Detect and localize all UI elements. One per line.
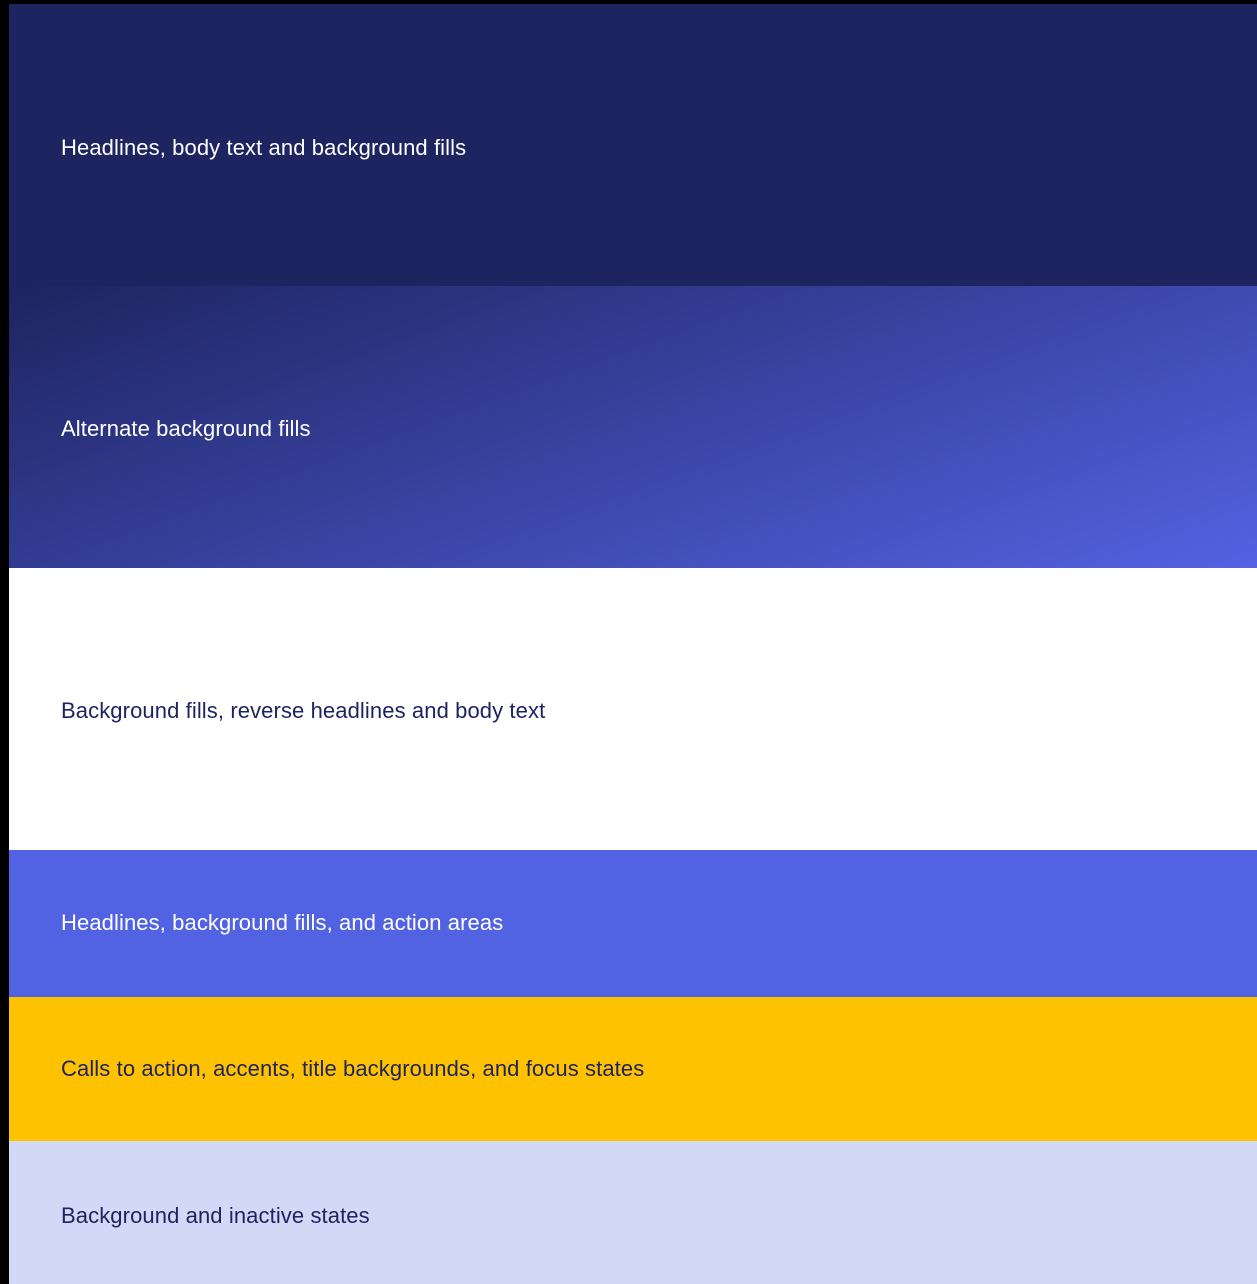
swatch-label-white: Background fills, reverse headlines and … <box>61 698 546 723</box>
swatch-blue: Headlines, background fills, and action … <box>9 850 1257 997</box>
swatch-label-gradient: Alternate background fills <box>61 416 311 441</box>
swatch-navy: Headlines, body text and background fill… <box>9 4 1257 286</box>
swatch-label-blue: Headlines, background fills, and action … <box>61 910 504 935</box>
swatch-white: Background fills, reverse headlines and … <box>9 568 1257 850</box>
swatch-label-yellow: Calls to action, accents, title backgrou… <box>61 1056 645 1081</box>
swatch-lavender: Background and inactive states <box>9 1141 1257 1284</box>
color-palette: Headlines, body text and background fill… <box>0 0 1257 1284</box>
swatch-yellow: Calls to action, accents, title backgrou… <box>9 997 1257 1141</box>
swatch-label-navy: Headlines, body text and background fill… <box>61 135 467 160</box>
swatch-label-lavender: Background and inactive states <box>61 1203 370 1228</box>
swatch-gradient: Alternate background fills <box>9 286 1257 568</box>
